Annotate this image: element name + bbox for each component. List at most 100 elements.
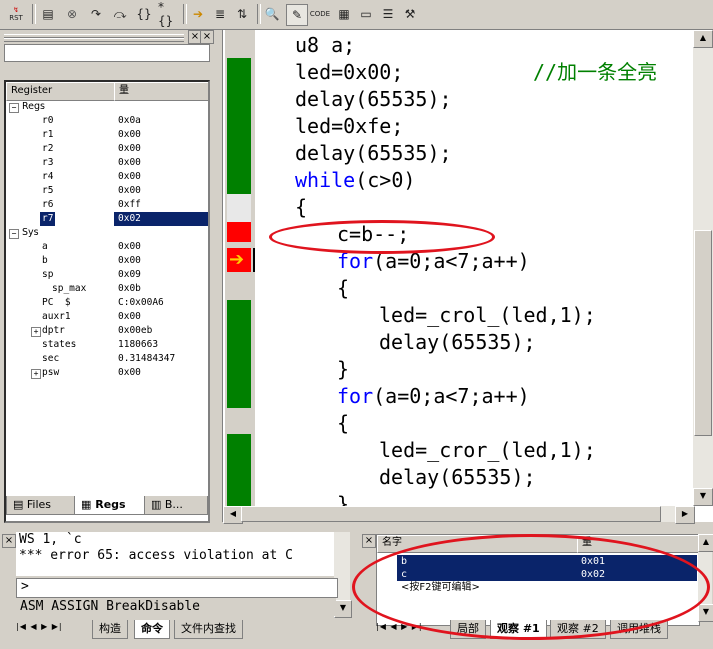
tab-command[interactable]: 命令	[134, 620, 170, 639]
tab-find-in-files[interactable]: 文件内查找	[174, 620, 243, 639]
tab-nav-arrows[interactable]: |◀ ◀ ▶ ▶|	[16, 622, 88, 636]
step-over-icon: ⤼	[113, 6, 127, 21]
tree-group-sys[interactable]: − Sys	[6, 226, 208, 240]
tree-row-sp[interactable]: sp 0x09	[6, 268, 208, 282]
panel-filter-bar	[4, 44, 210, 62]
tab-books[interactable]: ▥ B...	[144, 496, 208, 515]
step-into-button[interactable]: ↷	[86, 4, 106, 24]
code-line: {	[337, 411, 350, 435]
code-area[interactable]: u8 a; led=0x00;//加一条全亮 delay(65535); led…	[255, 30, 692, 506]
command-status: ASM ASSIGN BreakDisable	[16, 598, 336, 616]
tab-nav-arrows[interactable]: |◀ ◀ ▶ ▶|	[376, 622, 448, 636]
toolbox-button[interactable]: ⚒	[400, 4, 420, 24]
watch-tabs: |◀ ◀ ▶ ▶| 局部 观察 #1 观察 #2 调用堆栈	[376, 620, 698, 640]
tree-row-r1[interactable]: r1 0x00	[6, 128, 208, 142]
tree-row-r7[interactable]: r7 0x02	[6, 212, 208, 226]
tree-row-auxr1[interactable]: auxr1 0x00	[6, 310, 208, 324]
editor-horizontal-scrollbar[interactable]: ◀ ▶	[223, 506, 695, 524]
watch-button[interactable]: ✎	[286, 4, 308, 26]
col-register-header[interactable]: Register	[6, 82, 120, 101]
run-button[interactable]: ▤	[38, 4, 58, 24]
tree-row-sec[interactable]: sec 0.31484347	[6, 352, 208, 366]
memory-window-button[interactable]: ▭	[356, 4, 376, 24]
scroll-down-button[interactable]: ▼	[693, 488, 713, 506]
code-line: for(a=0;a<7;a++)	[337, 249, 530, 273]
expand-icon[interactable]: +	[31, 369, 41, 379]
col-value-header[interactable]: 量	[114, 82, 208, 101]
watch-edit-hint-row[interactable]: <按F2键可编辑>	[377, 581, 697, 594]
tab-locals[interactable]: 局部	[450, 620, 486, 639]
tree-row-r5[interactable]: r5 0x00	[6, 184, 208, 198]
panel-close-button-2[interactable]: ×	[200, 30, 214, 44]
output-tabs: |◀ ◀ ▶ ▶| 构造 命令 文件内查找	[16, 620, 332, 640]
step-over-button[interactable]: ⤼	[110, 4, 130, 24]
tree-row-r4[interactable]: r4 0x00	[6, 170, 208, 184]
run-to-cursor-icon: *{}	[158, 0, 174, 28]
tree-row-r0[interactable]: r0 0x0a	[6, 114, 208, 128]
books-icon: ▥	[151, 498, 165, 511]
editor-vertical-scrollbar[interactable]: ▲ ▼	[693, 30, 713, 506]
reset-icon: ↯	[13, 6, 19, 14]
tree-row-r6[interactable]: r6 0xff	[6, 198, 208, 212]
analyzer-icon: ▦	[338, 7, 350, 21]
run-to-cursor-button[interactable]: *{}	[158, 0, 178, 28]
scroll-up-button[interactable]: ▲	[693, 30, 713, 48]
code-coverage-button[interactable]: CODE	[310, 4, 330, 24]
collapse-icon[interactable]: −	[9, 103, 19, 113]
project-tabs: ▤ Files ▦ Regs ▥ B...	[4, 496, 210, 516]
col-name-header[interactable]: 名字	[377, 535, 583, 553]
scroll-up-button[interactable]: ▲	[698, 534, 713, 552]
collapse-icon[interactable]: −	[9, 229, 19, 239]
tree-row-sp-max[interactable]: sp_max 0x0b	[6, 282, 208, 296]
close-icon: ×	[364, 535, 374, 546]
source-editor: ➔ u8 a; led=0x00;//加一条全亮 delay(65535); l…	[222, 30, 713, 524]
scroll-right-button[interactable]: ▶	[675, 506, 695, 524]
tree-row-r3[interactable]: r3 0x00	[6, 156, 208, 170]
watch-close-button[interactable]: ×	[362, 534, 376, 548]
scroll-thumb[interactable]	[694, 230, 712, 436]
tab-watch-2[interactable]: 观察 #2	[550, 620, 606, 639]
tree-row-b[interactable]: b 0x00	[6, 254, 208, 268]
view-trace-button[interactable]: ⇅	[232, 4, 252, 24]
show-next-statement-button[interactable]: ➔	[188, 4, 208, 24]
code-line: c=b--;	[337, 222, 410, 246]
tab-watch-1[interactable]: 观察 #1	[490, 620, 547, 639]
step-out-button[interactable]: {}	[134, 4, 154, 24]
enable-trace-button[interactable]: ≣	[210, 4, 230, 24]
panel-grip[interactable]	[4, 38, 184, 42]
stop-button[interactable]: ⊗	[62, 4, 82, 24]
expand-icon[interactable]: +	[31, 327, 41, 337]
code-line: delay(65535);	[379, 330, 536, 354]
arrow-right-icon: ▶	[681, 509, 689, 518]
code-line: while(c>0)	[295, 168, 416, 192]
tree-row-pc[interactable]: PC $ C:0x00A6	[6, 296, 208, 310]
scroll-down-button[interactable]: ▼	[698, 604, 713, 622]
output-close-button[interactable]: ×	[2, 534, 16, 548]
hscroll-thumb[interactable]	[241, 506, 661, 522]
performance-analyzer-button[interactable]: ▦	[334, 4, 354, 24]
tree-row-states[interactable]: states 1180663	[6, 338, 208, 352]
tree-group-regs[interactable]: − Regs	[6, 100, 208, 114]
output-scrollbar[interactable]: ▼	[334, 532, 352, 618]
logic-analyzer-button[interactable]: ☰	[378, 4, 398, 24]
tab-build[interactable]: 构造	[92, 620, 128, 639]
scroll-down-button[interactable]: ▼	[334, 600, 352, 618]
watch-row-b[interactable]: b 0x01	[377, 555, 697, 568]
watch-scrollbar[interactable]: ▲ ▼	[698, 534, 713, 622]
tab-call-stack[interactable]: 调用堆栈	[610, 620, 668, 639]
command-input[interactable]: >	[16, 578, 338, 598]
reset-cpu-button[interactable]: ↯ RST	[6, 4, 26, 24]
gutter-blank	[227, 194, 251, 222]
col-value-header[interactable]: 量	[577, 535, 703, 553]
breakpoint-marker[interactable]	[227, 222, 251, 242]
scroll-left-button[interactable]: ◀	[223, 506, 243, 524]
watch-row-c[interactable]: c 0x02	[377, 568, 697, 581]
disassembly-button[interactable]: 🔍	[262, 4, 282, 24]
arrow-right-icon: ➔	[192, 7, 204, 21]
code-line: delay(65535);	[295, 141, 452, 165]
tree-row-a[interactable]: a 0x00	[6, 240, 208, 254]
tree-row-r2[interactable]: r2 0x00	[6, 142, 208, 156]
watch-grid: 名字 量 b 0x01 c 0x02 <按F2键可编辑>	[376, 534, 703, 626]
tree-row-dptr[interactable]: + dptr 0x00eb	[6, 324, 208, 338]
tree-row-psw[interactable]: + psw 0x00	[6, 366, 208, 380]
